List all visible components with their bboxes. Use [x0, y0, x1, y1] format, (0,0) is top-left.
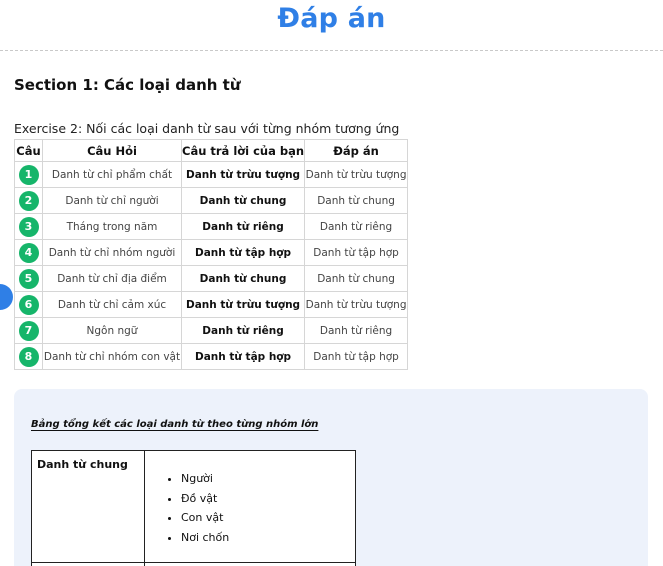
summary-category	[31, 562, 145, 566]
divider	[0, 50, 663, 51]
page-title: Đáp án	[277, 3, 386, 34]
summary-category: Danh từ chung	[31, 450, 145, 563]
table-row: 6 Danh từ chỉ cảm xúc Danh từ trừu tượng…	[14, 291, 409, 318]
your-answer-cell: Danh từ trừu tượng	[180, 161, 306, 188]
num-cell: 7	[14, 317, 43, 344]
number-badge: 3	[18, 216, 39, 237]
your-answer-cell: Danh từ chung	[180, 187, 306, 214]
summary-row	[31, 562, 356, 566]
summary-panel: Bảng tổng kết các loại danh từ theo từng…	[14, 389, 648, 566]
answer-table: Câu Câu Hỏi Câu trả lời của bạn Đáp án 1…	[14, 139, 409, 370]
answer-cell: Danh từ chung	[304, 187, 409, 214]
answer-cell: Danh từ riêng	[304, 213, 409, 240]
num-cell: 1	[14, 161, 43, 188]
answer-cell: Danh từ chung	[304, 265, 409, 292]
num-cell: 5	[14, 265, 43, 292]
table-row: 2 Danh từ chỉ người Danh từ chung Danh t…	[14, 187, 409, 214]
number-badge: 2	[18, 190, 39, 211]
answer-page: Đáp án Section 1: Các loại danh từ Exerc…	[0, 0, 663, 566]
question-cell: Danh từ chỉ nhóm người	[42, 239, 182, 266]
answer-cell: Danh từ trừu tượng	[304, 291, 409, 318]
summary-items-cell: Người Đồ vật Con vật Nơi chốn	[144, 450, 356, 563]
number-badge: 6	[18, 294, 39, 315]
table-row: 7 Ngôn ngữ Danh từ riêng Danh từ riêng	[14, 317, 409, 344]
question-cell: Danh từ chỉ nhóm con vật	[42, 343, 182, 370]
number-badge: 5	[18, 268, 39, 289]
table-row: 5 Danh từ chỉ địa điểm Danh từ chung Dan…	[14, 265, 409, 292]
header-num: Câu	[14, 139, 43, 162]
header-question: Câu Hỏi	[42, 139, 182, 162]
your-answer-cell: Danh từ chung	[180, 265, 306, 292]
question-cell: Danh từ chỉ cảm xúc	[42, 291, 182, 318]
summary-heading: Bảng tổng kết các loại danh từ theo từng…	[31, 419, 319, 430]
number-badge: 7	[18, 320, 39, 341]
list-item: Nơi chốn	[181, 528, 355, 548]
answer-cell: Danh từ riêng	[304, 317, 409, 344]
number-badge: 8	[18, 346, 39, 367]
num-cell: 6	[14, 291, 43, 318]
your-answer-cell: Danh từ trừu tượng	[180, 291, 306, 318]
number-badge: 1	[18, 164, 39, 185]
your-answer-cell: Danh từ tập hợp	[180, 343, 306, 370]
section-heading: Section 1: Các loại danh từ	[14, 76, 241, 94]
side-toggle-button[interactable]	[0, 284, 13, 310]
num-cell: 3	[14, 213, 43, 240]
table-row: 4 Danh từ chỉ nhóm người Danh từ tập hợp…	[14, 239, 409, 266]
question-cell: Ngôn ngữ	[42, 317, 182, 344]
table-header-row: Câu Câu Hỏi Câu trả lời của bạn Đáp án	[14, 139, 409, 162]
list-item: Con vật	[181, 508, 355, 528]
summary-items-cell	[144, 562, 356, 566]
exercise-instruction: Exercise 2: Nối các loại danh từ sau với…	[14, 121, 400, 136]
question-cell: Danh từ chỉ phẩm chất	[42, 161, 182, 188]
summary-table: Danh từ chung Người Đồ vật Con vật Nơi c…	[31, 450, 356, 566]
answer-cell: Danh từ tập hợp	[304, 343, 409, 370]
header-answer: Đáp án	[304, 139, 409, 162]
header-your-answer: Câu trả lời của bạn	[180, 139, 306, 162]
table-row: 1 Danh từ chỉ phẩm chất Danh từ trừu tượ…	[14, 161, 409, 188]
answer-cell: Danh từ trừu tượng	[304, 161, 409, 188]
table-row: 3 Tháng trong năm Danh từ riêng Danh từ …	[14, 213, 409, 240]
number-badge: 4	[18, 242, 39, 263]
question-cell: Danh từ chỉ địa điểm	[42, 265, 182, 292]
num-cell: 4	[14, 239, 43, 266]
your-answer-cell: Danh từ tập hợp	[180, 239, 306, 266]
table-row: 8 Danh từ chỉ nhóm con vật Danh từ tập h…	[14, 343, 409, 370]
your-answer-cell: Danh từ riêng	[180, 213, 306, 240]
num-cell: 2	[14, 187, 43, 214]
answer-cell: Danh từ tập hợp	[304, 239, 409, 266]
num-cell: 8	[14, 343, 43, 370]
list-item: Người	[181, 469, 355, 489]
summary-item-list: Người Đồ vật Con vật Nơi chốn	[145, 469, 355, 547]
question-cell: Danh từ chỉ người	[42, 187, 182, 214]
list-item: Đồ vật	[181, 489, 355, 509]
summary-row: Danh từ chung Người Đồ vật Con vật Nơi c…	[31, 450, 356, 563]
your-answer-cell: Danh từ riêng	[180, 317, 306, 344]
question-cell: Tháng trong năm	[42, 213, 182, 240]
